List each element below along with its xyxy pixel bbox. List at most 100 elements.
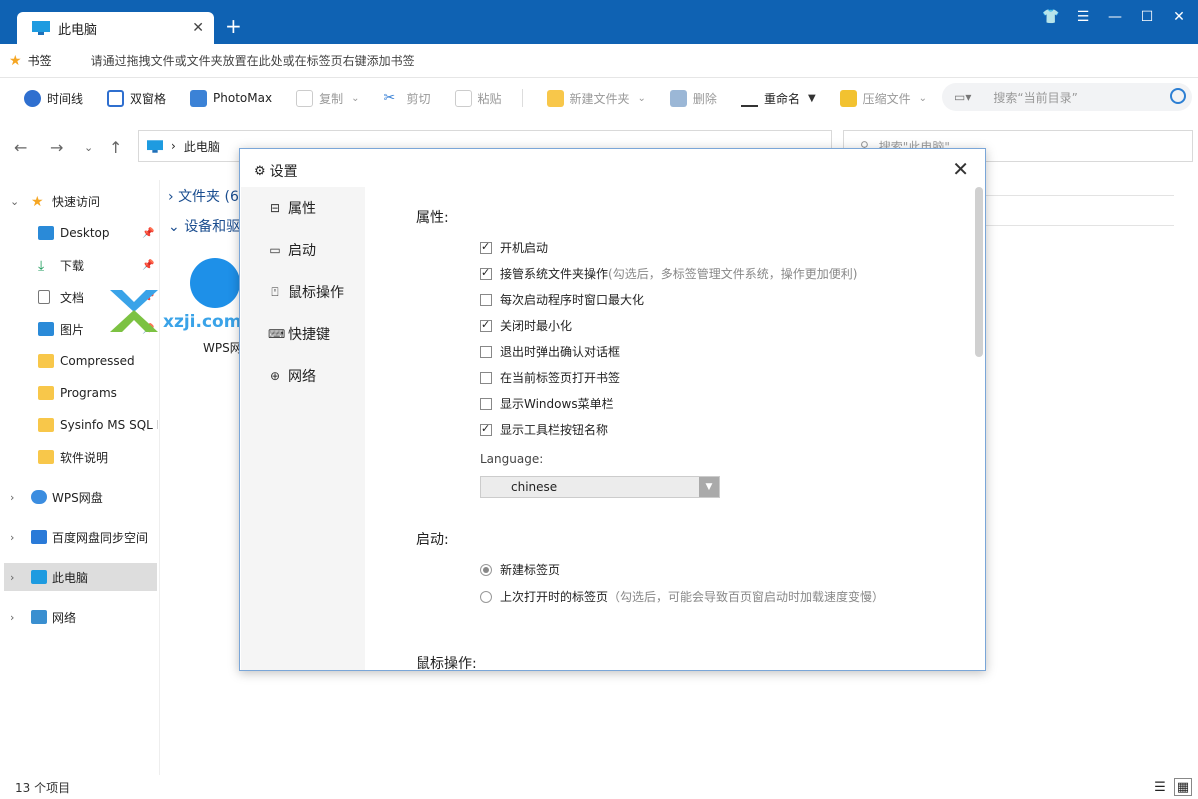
search-icon[interactable] <box>1170 88 1186 104</box>
checkbox[interactable] <box>480 318 492 332</box>
settings-nav-shortcuts[interactable]: ⌨ 快捷键 <box>241 319 365 349</box>
sidebar-item-label: 下载 <box>60 258 85 273</box>
chevron-down-icon[interactable]: ⌄ <box>919 93 927 104</box>
desktop-icon <box>38 226 54 240</box>
scissors-icon: ✂ <box>383 89 396 106</box>
list-view-icon[interactable]: ☰ <box>1151 778 1169 796</box>
copy-button[interactable]: 复制 ⌄ <box>296 89 359 107</box>
compress-button[interactable]: 压缩文件 ⌄ <box>839 89 927 107</box>
sidebar-item-desktop[interactable]: Desktop 📌 <box>0 219 158 247</box>
sidebar-item-compressed[interactable]: Compressed <box>0 347 158 375</box>
checkbox[interactable] <box>480 397 492 410</box>
option-show-toolbar-labels[interactable]: 显示工具栏按钮名称 <box>480 421 608 438</box>
sidebar-item-label: 软件说明 <box>60 450 109 465</box>
option-hint: (勾选后，多标签管理文件系统，操作更加便利) <box>608 267 858 281</box>
photomax-button[interactable]: PhotoMax <box>190 89 272 107</box>
minimize-button[interactable]: — <box>1106 8 1124 26</box>
forward-arrow-icon[interactable]: → <box>50 138 63 157</box>
checkbox[interactable] <box>480 266 492 280</box>
chevron-right-icon[interactable]: › <box>10 611 14 624</box>
settings-nav-properties[interactable]: ⊟ 属性 <box>241 193 365 223</box>
wps-drive-tile-icon[interactable] <box>190 258 240 308</box>
timeline-button[interactable]: 时间线 <box>24 89 83 107</box>
language-label: Language: <box>480 452 544 466</box>
checkbox[interactable] <box>480 345 492 358</box>
settings-scrollbar[interactable] <box>975 187 983 357</box>
history-chevron-icon[interactable]: ⌄ <box>84 141 93 154</box>
option-autostart[interactable]: 开机启动 <box>480 239 548 256</box>
close-window-button[interactable]: ✕ <box>1170 8 1188 26</box>
grid-view-icon[interactable]: ▦ <box>1174 778 1192 796</box>
option-label: 接管系统文件夹操作 <box>500 267 609 281</box>
language-value: chinese <box>511 480 558 494</box>
sidebar-item-baidu-sync[interactable]: › 百度网盘同步空间 <box>0 523 158 551</box>
dual-pane-button[interactable]: 双窗格 <box>107 89 166 107</box>
checkbox[interactable] <box>480 371 492 384</box>
delete-button[interactable]: 删除 <box>669 89 717 107</box>
address-path[interactable]: 此电脑 <box>184 138 220 155</box>
pin-icon[interactable]: 📌 <box>142 260 154 271</box>
chevron-down-icon[interactable]: ⌄ <box>10 195 19 208</box>
startup-last-tabs[interactable]: 上次打开时的标签页 （勾选后，可能会导致百页窗启动时加载速度变慢） <box>480 588 884 605</box>
radio-button[interactable] <box>480 590 492 603</box>
chevron-down-icon[interactable]: ▼ <box>699 477 719 497</box>
chevron-right-icon: › <box>168 189 179 205</box>
properties-icon: ⊟ <box>269 201 281 215</box>
pin-icon[interactable]: 📌 <box>142 228 154 239</box>
new-tab-button[interactable]: + <box>225 16 242 36</box>
sidebar-item-wps-drive[interactable]: › WPS网盘 <box>0 483 158 511</box>
computer-icon <box>147 139 163 153</box>
chevron-right-icon[interactable]: › <box>10 491 14 504</box>
sidebar-item-software-notes[interactable]: 软件说明 <box>0 443 158 471</box>
checkbox[interactable] <box>480 293 492 306</box>
sidebar-item-label: 网络 <box>52 610 77 625</box>
option-maximize-on-start[interactable]: 每次启动程序时窗口最大化 <box>480 291 644 308</box>
tab-close-icon[interactable]: ✕ <box>192 20 204 36</box>
option-confirm-exit[interactable]: 退出时弹出确认对话框 <box>480 343 620 360</box>
checkbox[interactable] <box>480 422 492 436</box>
section-folders[interactable]: › 文件夹 (6) <box>168 186 244 206</box>
chevron-right-icon[interactable]: › <box>10 571 14 584</box>
sidebar-item-network[interactable]: › 网络 <box>0 603 158 631</box>
close-icon[interactable]: ✕ <box>952 157 969 181</box>
search-scope-icon[interactable]: ▭▾ <box>954 90 971 104</box>
sidebar-item-this-pc[interactable]: › 此电脑 <box>4 563 157 591</box>
baidu-sync-icon <box>31 530 47 544</box>
sidebar-item-downloads[interactable]: ⤓ 下载 📌 <box>0 251 158 279</box>
bookmarks-label[interactable]: 书签 <box>28 52 52 69</box>
chevron-right-icon[interactable]: › <box>10 531 14 544</box>
option-take-over-folders[interactable]: 接管系统文件夹操作 (勾选后，多标签管理文件系统，操作更加便利) <box>480 265 857 282</box>
back-arrow-icon[interactable]: ← <box>14 138 27 157</box>
caret-down-icon[interactable]: ▼ <box>808 93 816 104</box>
sidebar-item-quick-access[interactable]: ⌄ ★ 快速访问 <box>0 187 158 215</box>
startup-new-tab[interactable]: 新建标签页 <box>480 561 560 578</box>
menu-icon[interactable]: ☰ <box>1074 8 1092 26</box>
tab-this-pc[interactable]: 此电脑 ✕ <box>17 12 214 44</box>
maximize-button[interactable]: ☐ <box>1138 8 1156 26</box>
cut-button[interactable]: ✂ 剪切 <box>383 90 430 107</box>
language-select[interactable]: chinese ▼ <box>480 476 720 498</box>
settings-nav-network[interactable]: ⊕ 网络 <box>241 361 365 391</box>
toolbar-search-input[interactable]: 搜索“当前目录” <box>993 89 1077 106</box>
star-icon: ★ <box>31 194 44 210</box>
chevron-down-icon[interactable]: ⌄ <box>638 93 646 104</box>
skin-icon[interactable]: 👕 <box>1042 8 1060 26</box>
sidebar-item-sysinfo[interactable]: Sysinfo MS SQL Database Recovery <box>0 411 158 439</box>
settings-nav-mouse[interactable]: ⍞ 鼠标操作 <box>241 277 365 307</box>
radio-button[interactable] <box>480 563 492 576</box>
settings-nav-startup[interactable]: ▭ 启动 <box>241 235 365 265</box>
checkbox[interactable] <box>480 240 492 254</box>
rename-button[interactable]: 重命名 ▼ <box>740 90 816 107</box>
properties-heading: 属性: <box>416 210 449 226</box>
option-bookmark-current-tab[interactable]: 在当前标签页打开书签 <box>480 369 620 386</box>
up-arrow-icon[interactable]: ↑ <box>109 138 122 157</box>
new-folder-icon <box>546 89 564 107</box>
clock-icon <box>24 89 41 107</box>
paste-button[interactable]: 粘贴 <box>454 89 502 107</box>
chevron-down-icon[interactable]: ⌄ <box>351 93 359 104</box>
sidebar-item-programs[interactable]: Programs <box>0 379 158 407</box>
new-folder-button[interactable]: 新建文件夹 ⌄ <box>546 89 646 107</box>
toolbar-search[interactable]: ▭▾ 搜索“当前目录” <box>942 83 1192 111</box>
option-show-windows-menubar[interactable]: 显示Windows菜单栏 <box>480 395 614 412</box>
option-minimize-on-close[interactable]: 关闭时最小化 <box>480 317 572 334</box>
